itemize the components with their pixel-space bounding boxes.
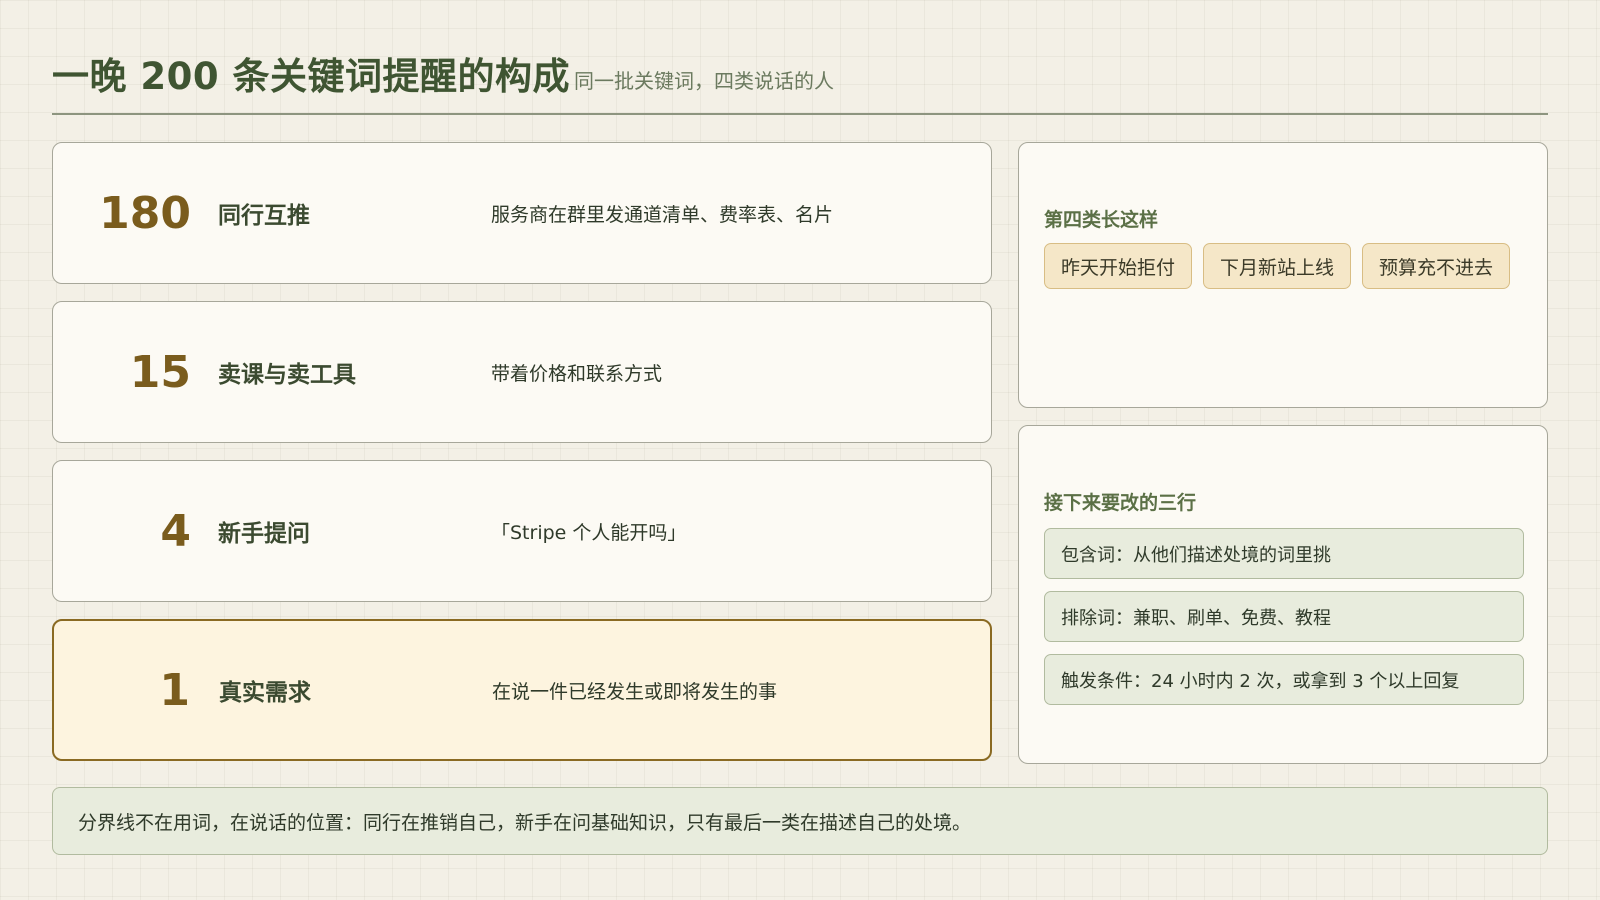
breakdown-list: 180 同行互推 服务商在群里发通道清单、费率表、名片 15 卖课与卖工具 带着… [52,142,992,778]
breakdown-label: 同行互推 [218,203,310,229]
example-tag: 下月新站上线 [1203,243,1352,289]
header-divider [52,113,1548,115]
page-header: 一晚 200 条关键词提醒的构成 同一批关键词，四类说话的人 [52,40,1548,114]
example-tag: 预算充不进去 [1362,243,1511,289]
summary-note: 分界线不在用词，在说话的位置：同行在推销自己，新手在问基础知识，只有最后一类在描… [52,787,1548,855]
breakdown-label: 卖课与卖工具 [218,362,356,388]
breakdown-description: 带着价格和联系方式 [491,362,663,385]
page-subtitle: 同一批关键词，四类说话的人 [574,69,834,93]
breakdown-label: 真实需求 [219,680,311,706]
examples-panel-title: 第四类长这样 [1044,209,1159,231]
breakdown-row-peers: 180 同行互推 服务商在群里发通道清单、费率表、名片 [52,142,992,284]
rule-item-trigger: 触发条件：24 小时内 2 次，或拿到 3 个以上回复 [1044,654,1524,705]
breakdown-count: 4 [160,505,191,557]
breakdown-count: 180 [99,187,191,239]
breakdown-count: 15 [129,346,191,398]
breakdown-row-newbies: 4 新手提问 「Stripe 个人能开吗」 [52,460,992,602]
example-tag: 昨天开始拒付 [1044,243,1193,289]
breakdown-row-real-demand: 1 真实需求 在说一件已经发生或即将发生的事 [52,619,992,761]
breakdown-row-sellers: 15 卖课与卖工具 带着价格和联系方式 [52,301,992,443]
breakdown-description: 「Stripe 个人能开吗」 [491,521,687,544]
example-tags: 昨天开始拒付 下月新站上线 预算充不进去 [1044,243,1524,289]
rule-list: 包含词：从他们描述处境的词里挑 排除词：兼职、刷单、免费、教程 触发条件：24 … [1044,528,1524,717]
rule-item-include: 包含词：从他们描述处境的词里挑 [1044,528,1524,579]
rule-item-exclude: 排除词：兼职、刷单、免费、教程 [1044,591,1524,642]
changes-panel: 接下来要改的三行 包含词：从他们描述处境的词里挑 排除词：兼职、刷单、免费、教程… [1018,425,1548,764]
breakdown-description: 在说一件已经发生或即将发生的事 [492,680,778,703]
breakdown-label: 新手提问 [218,521,310,547]
page-title: 一晚 200 条关键词提醒的构成 [52,55,570,98]
examples-panel: 第四类长这样 昨天开始拒付 下月新站上线 预算充不进去 [1018,142,1548,408]
changes-panel-title: 接下来要改的三行 [1044,492,1197,514]
breakdown-count: 1 [159,664,190,716]
breakdown-description: 服务商在群里发通道清单、费率表、名片 [491,203,834,226]
